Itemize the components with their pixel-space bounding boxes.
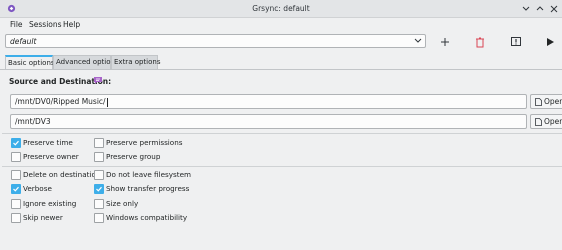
open-destination-label: Open [544, 117, 562, 126]
checkmark-icon [13, 140, 19, 146]
chevron-down-icon [414, 38, 422, 43]
checkbox-box [94, 199, 104, 209]
delete-on-destination-label: Delete on destination [23, 170, 101, 179]
checkbox-box [11, 170, 21, 180]
chevron-up-icon[interactable] [536, 5, 544, 12]
title-bar: Grsync: default [0, 0, 562, 18]
open-destination-button[interactable]: Open [530, 114, 562, 129]
text-cursor [106, 97, 108, 107]
checkbox-box [11, 199, 21, 209]
tab-basic-options[interactable]: Basic options [5, 55, 55, 69]
tab-divider [0, 69, 562, 70]
open-source-label: Open [544, 97, 562, 106]
windows-compatibility-label: Windows compatibility [106, 213, 188, 222]
checkbox-box [94, 152, 104, 162]
ignore-existing-label: Ignore existing [23, 199, 77, 208]
divider [2, 166, 562, 167]
checkbox-box [11, 213, 21, 223]
checkbox-box [94, 170, 104, 180]
close-icon[interactable] [550, 5, 558, 13]
simulate-icon[interactable] [510, 36, 522, 48]
preserve-owner-label: Preserve owner [23, 152, 79, 161]
source-path-value: /mnt/DV0/Ripped Music/ [15, 97, 108, 107]
session-combo-value: default [10, 37, 37, 46]
window-title: Grsync: default [252, 4, 310, 13]
do-not-leave-filesystem-label: Do not leave filesystem [106, 170, 191, 179]
session-combo[interactable]: default [5, 34, 426, 48]
verbose-label: Verbose [23, 184, 52, 193]
menu-bar: File Sessions Help [0, 18, 562, 32]
info-chat-icon[interactable] [93, 76, 103, 85]
checkbox-box [11, 138, 21, 148]
checkbox-box [94, 213, 104, 223]
source-path-input[interactable]: /mnt/DV0/Ripped Music/ [10, 94, 527, 109]
preserve-time-label: Preserve time [23, 138, 73, 147]
menu-sessions[interactable]: Sessions [29, 20, 62, 29]
document-icon [535, 98, 542, 106]
divider [2, 133, 562, 134]
preserve-group-label: Preserve group [106, 152, 161, 161]
size-only-label: Size only [106, 199, 139, 208]
skip-newer-label: Skip newer [23, 213, 63, 222]
chevron-down-icon[interactable] [522, 5, 530, 12]
document-icon [535, 118, 542, 126]
add-session-icon[interactable] [439, 36, 451, 48]
checkbox-box [11, 184, 21, 194]
menu-help[interactable]: Help [63, 20, 80, 29]
checkbox-box [94, 138, 104, 148]
destination-path-value: /mnt/DV3 [15, 117, 51, 126]
delete-session-icon[interactable] [474, 36, 486, 48]
menu-file[interactable]: File [10, 20, 23, 29]
checkbox-box [94, 184, 104, 194]
checkbox-box [11, 152, 21, 162]
show-transfer-progress-label: Show transfer progress [106, 184, 190, 193]
preserve-permissions-label: Preserve permissions [106, 138, 183, 147]
tab-extra-options[interactable]: Extra options [111, 55, 160, 69]
execute-icon[interactable] [544, 36, 556, 48]
checkmark-icon [13, 186, 19, 192]
checkmark-icon [96, 186, 102, 192]
destination-path-input[interactable]: /mnt/DV3 [10, 114, 527, 129]
tab-advanced-options[interactable]: Advanced options [53, 55, 119, 69]
open-source-button[interactable]: Open [530, 94, 562, 109]
